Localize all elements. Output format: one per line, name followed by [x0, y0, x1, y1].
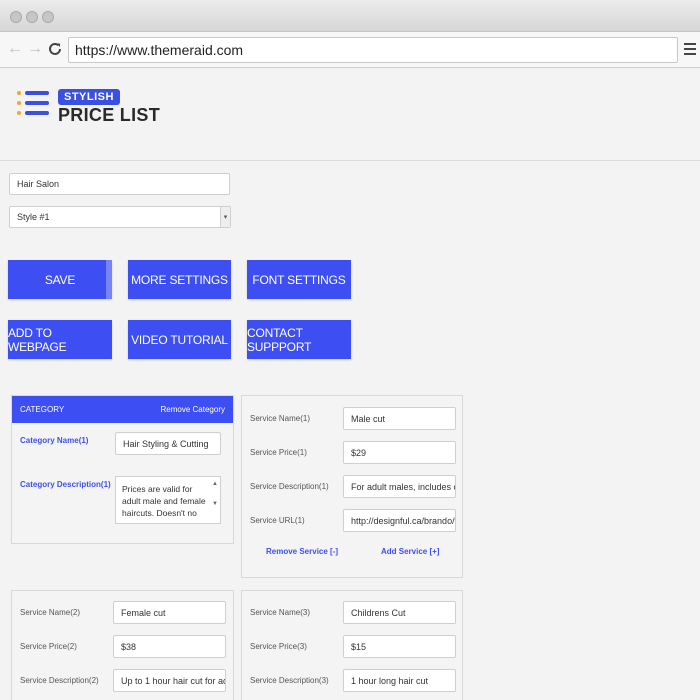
- service-description-label: Service Description(2): [20, 676, 99, 685]
- service-description-label: Service Description(1): [250, 482, 329, 491]
- save-button[interactable]: SAVE: [8, 260, 112, 299]
- more-settings-button[interactable]: MORE SETTINGS: [128, 260, 231, 299]
- service-description-label: Service Description(3): [250, 676, 329, 685]
- contact-support-button[interactable]: CONTACT SUPPPORT: [247, 320, 351, 359]
- logo-title: PRICE LIST: [58, 105, 161, 125]
- service-panel-2: Service Name(2) Female cut Service Price…: [11, 590, 234, 700]
- page-content: STYLISH PRICE LIST Hair Salon Style #1 ▾…: [0, 69, 700, 700]
- browser-toolbar: ← → https://www.themeraid.com: [0, 32, 700, 68]
- add-service-link[interactable]: Add Service [+]: [381, 547, 439, 556]
- service-description-input[interactable]: For adult males, includes one b: [343, 475, 456, 498]
- minimize-window-dot[interactable]: [26, 11, 38, 23]
- service-price-label: Service Price(3): [250, 642, 307, 651]
- category-header: CATEGORY Remove Category: [12, 396, 233, 423]
- divider: [0, 160, 700, 161]
- reload-icon[interactable]: [47, 41, 63, 57]
- category-description-text: Prices are valid for adult male and fema…: [122, 484, 206, 518]
- category-name-input[interactable]: Hair Styling & Cutting: [115, 432, 221, 455]
- service-price-input[interactable]: $29: [343, 441, 456, 464]
- category-header-label: CATEGORY: [20, 405, 65, 414]
- style-select-value: Style #1: [17, 212, 50, 222]
- back-arrow-icon[interactable]: ←: [7, 39, 23, 59]
- remove-category-link[interactable]: Remove Category: [161, 405, 225, 414]
- service-price-label: Service Price(1): [250, 448, 307, 457]
- list-name-input[interactable]: Hair Salon: [9, 173, 230, 195]
- chevron-down-icon[interactable]: ▾: [220, 207, 230, 227]
- video-tutorial-button[interactable]: VIDEO TUTORIAL: [128, 320, 231, 359]
- service-panel-3: Service Name(3) Childrens Cut Service Pr…: [241, 590, 463, 700]
- service-name-label: Service Name(1): [250, 414, 311, 423]
- category-panel: CATEGORY Remove Category Category Name(1…: [11, 395, 234, 544]
- maximize-window-dot[interactable]: [42, 11, 54, 23]
- remove-service-link[interactable]: Remove Service [-]: [266, 547, 338, 556]
- add-to-webpage-button[interactable]: ADD TO WEBPAGE: [8, 320, 112, 359]
- window-titlebar: [0, 0, 700, 32]
- service-url-label: Service URL(1): [250, 516, 305, 525]
- save-button-label: SAVE: [44, 272, 76, 287]
- service-price-label: Service Price(2): [20, 642, 77, 651]
- service-panel-1: Service Name(1) Male cut Service Price(1…: [241, 395, 463, 578]
- service-price-input[interactable]: $15: [343, 635, 456, 658]
- service-price-input[interactable]: $38: [113, 635, 226, 658]
- service-name-label: Service Name(3): [250, 608, 311, 617]
- logo-badge: STYLISH: [58, 89, 120, 105]
- service-description-input[interactable]: 1 hour long hair cut: [343, 669, 456, 692]
- category-description-textarea[interactable]: Prices are valid for adult male and fema…: [115, 476, 221, 524]
- category-name-label: Category Name(1): [20, 436, 89, 445]
- style-select[interactable]: Style #1 ▾: [9, 206, 231, 228]
- font-settings-button[interactable]: FONT SETTINGS: [247, 260, 351, 299]
- textarea-scrollbar[interactable]: ▲ ▼: [211, 479, 219, 519]
- service-url-input[interactable]: http://designful.ca/brando/wp-: [343, 509, 456, 532]
- service-description-input[interactable]: Up to 1 hour hair cut for adult: [113, 669, 226, 692]
- forward-arrow-icon[interactable]: →: [27, 39, 43, 59]
- browser-menu-icon[interactable]: [684, 43, 696, 55]
- service-name-input[interactable]: Female cut: [113, 601, 226, 624]
- service-name-label: Service Name(2): [20, 608, 81, 617]
- service-name-input[interactable]: Childrens Cut: [343, 601, 456, 624]
- address-bar[interactable]: https://www.themeraid.com: [68, 37, 678, 63]
- service-name-input[interactable]: Male cut: [343, 407, 456, 430]
- close-window-dot[interactable]: [10, 11, 22, 23]
- category-description-label: Category Description(1): [20, 480, 111, 489]
